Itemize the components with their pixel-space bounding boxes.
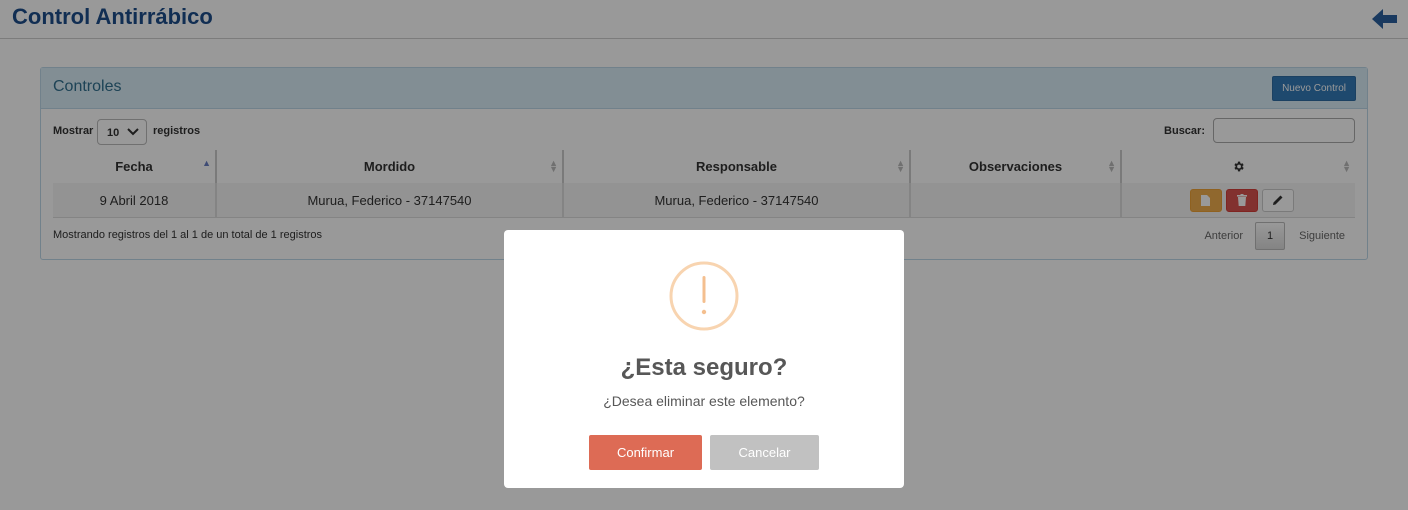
- cancel-button[interactable]: Cancelar: [710, 435, 819, 470]
- page: Control Antirrábico Controles Nuevo Cont…: [0, 0, 1408, 510]
- dialog-message: ¿Desea eliminar este elemento?: [603, 393, 805, 409]
- dialog-title: ¿Esta seguro?: [620, 354, 788, 381]
- confirm-dialog: ¿Esta seguro? ¿Desea eliminar este eleme…: [504, 230, 904, 488]
- confirm-button[interactable]: Confirmar: [589, 435, 702, 470]
- warning-icon: [669, 261, 739, 331]
